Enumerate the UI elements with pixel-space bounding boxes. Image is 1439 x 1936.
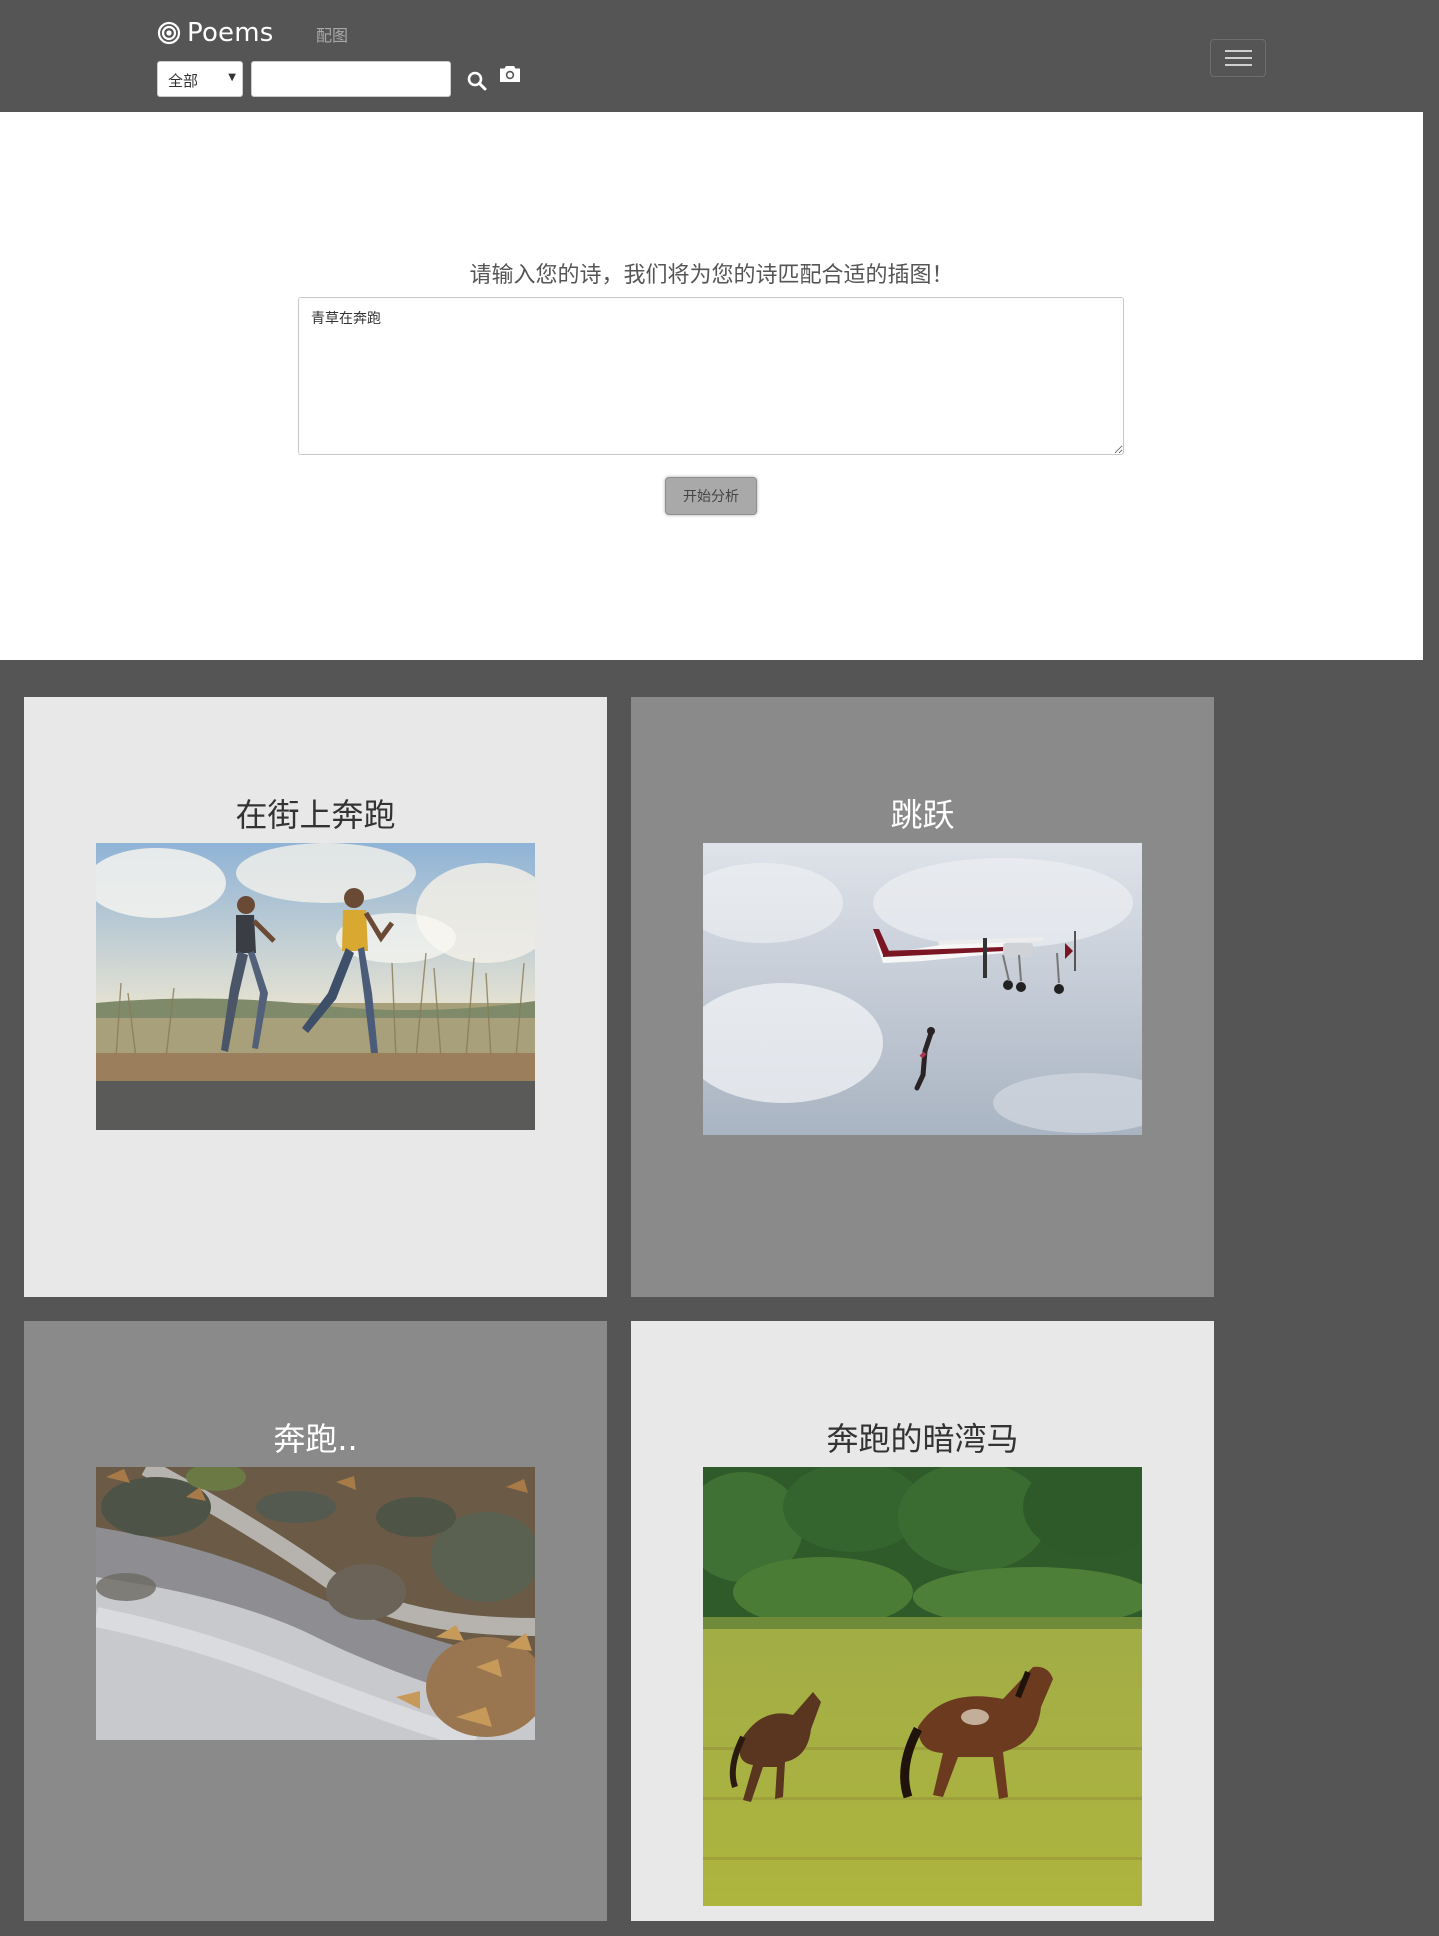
brand-logo-icon xyxy=(157,21,181,45)
page: Poems 配图 全部 ▼ 请输入您的诗，我们将为您的诗匹配合适的插图！ 青草在… xyxy=(0,0,1423,1936)
camera-icon xyxy=(500,65,520,82)
running-horses-image xyxy=(703,1467,1142,1906)
camera-button[interactable] xyxy=(499,65,521,86)
navbar-toggle-button[interactable] xyxy=(1210,39,1266,77)
poem-textarea[interactable]: 青草在奔跑 xyxy=(298,297,1124,455)
navbar: Poems 配图 全部 ▼ xyxy=(0,0,1423,112)
result-card-title: 在街上奔跑 xyxy=(235,796,396,834)
category-select-value: 全部 xyxy=(168,72,199,90)
dropdown-arrow-icon: ▼ xyxy=(228,72,236,83)
nav-link-illustrate[interactable]: 配图 xyxy=(316,22,348,46)
brand-name: Poems xyxy=(187,18,274,48)
search-input[interactable] xyxy=(251,61,451,97)
result-card[interactable]: 跳跃 xyxy=(631,697,1214,1297)
result-card[interactable]: 奔跑.. xyxy=(24,1321,607,1921)
result-card[interactable]: 在街上奔跑 xyxy=(24,697,607,1297)
result-card[interactable]: 奔跑的暗湾马 xyxy=(631,1321,1214,1921)
result-card-title: 跳跃 xyxy=(890,796,955,834)
analyze-button[interactable]: 开始分析 xyxy=(665,477,757,515)
result-card-title: 奔跑.. xyxy=(273,1420,358,1458)
skydiving-plane-image xyxy=(703,843,1142,1135)
brand-link[interactable]: Poems xyxy=(157,18,274,48)
stream-rocks-image xyxy=(96,1467,535,1740)
menu-icon xyxy=(1225,64,1252,66)
category-select[interactable]: 全部 ▼ xyxy=(157,61,243,97)
result-card-title: 奔跑的暗湾马 xyxy=(826,1420,1019,1458)
hero-title: 请输入您的诗，我们将为您的诗匹配合适的插图！ xyxy=(469,263,954,288)
search-button[interactable] xyxy=(467,71,487,94)
search-bar: 全部 ▼ xyxy=(157,61,521,97)
poem-input-section: 请输入您的诗，我们将为您的诗匹配合适的插图！ 青草在奔跑 开始分析 xyxy=(0,112,1423,660)
running-men-image xyxy=(96,843,535,1130)
menu-icon xyxy=(1225,57,1252,59)
search-icon xyxy=(467,71,487,90)
menu-icon xyxy=(1225,50,1252,52)
